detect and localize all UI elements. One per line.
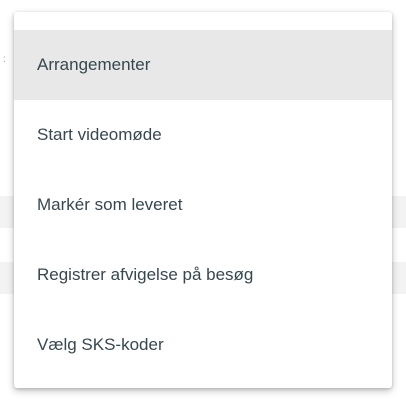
menu-item-arrangementer[interactable]: Arrangementer	[14, 30, 392, 100]
menu-item-registrer-afvigelse[interactable]: Registrer afvigelse på besøg	[14, 240, 392, 310]
background-fragment: :	[3, 54, 6, 65]
menu-item-marker-som-leveret[interactable]: Markér som leveret	[14, 170, 392, 240]
menu-item-vaelg-sks-koder[interactable]: Vælg SKS-koder	[14, 310, 392, 380]
menu-item-start-videomode[interactable]: Start videomøde	[14, 100, 392, 170]
page: : Arrangementer Start videomøde Markér s…	[0, 0, 406, 403]
context-menu: Arrangementer Start videomøde Markér som…	[14, 12, 392, 388]
